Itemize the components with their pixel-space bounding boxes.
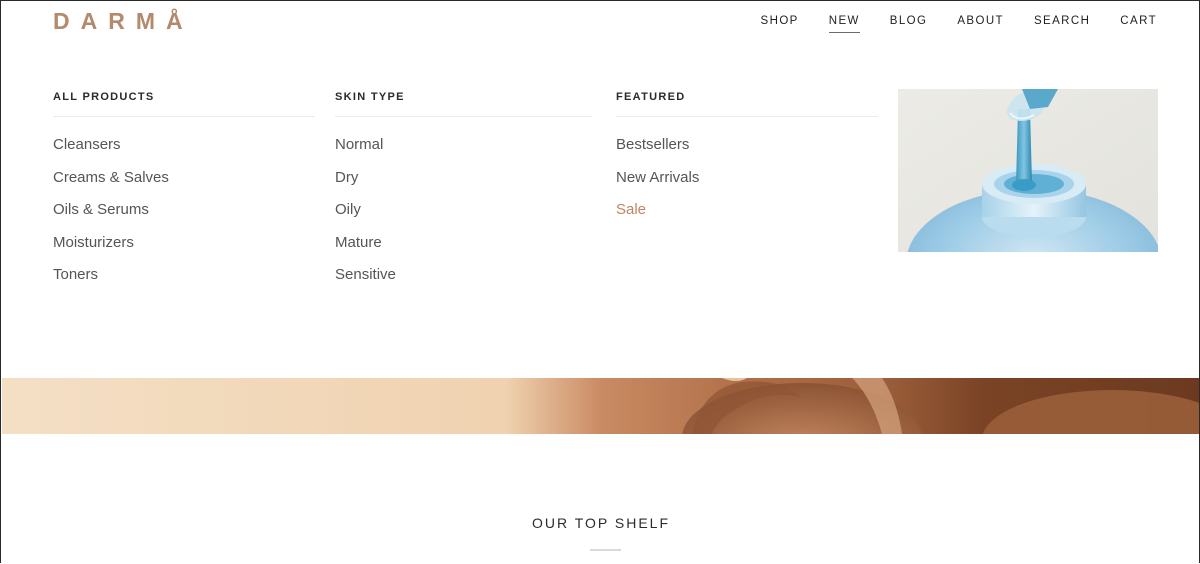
main-nav: SHOP NEW BLOG ABOUT SEARCH CART bbox=[731, 13, 1157, 33]
menu-column-title: SKIN TYPE bbox=[335, 90, 592, 117]
menu-link-creams-salves[interactable]: Creams & Salves bbox=[53, 162, 315, 195]
menu-link-mature[interactable]: Mature bbox=[335, 227, 592, 260]
section-divider bbox=[590, 549, 621, 551]
nav-shop[interactable]: SHOP bbox=[761, 13, 799, 33]
menu-column-title: FEATURED bbox=[616, 90, 878, 117]
menu-link-bestsellers[interactable]: Bestsellers bbox=[616, 129, 878, 162]
menu-link-oils-serums[interactable]: Oils & Serums bbox=[53, 194, 315, 227]
menu-column-all-products: ALL PRODUCTS Cleansers Creams & Salves O… bbox=[53, 90, 315, 292]
nav-about[interactable]: ABOUT bbox=[957, 13, 1004, 33]
page: DARMÅ SHOP NEW BLOG ABOUT SEARCH CART AL… bbox=[0, 0, 1200, 563]
menu-link-sale[interactable]: Sale bbox=[616, 194, 878, 227]
logo[interactable]: DARMÅ bbox=[53, 7, 194, 35]
menu-link-toners[interactable]: Toners bbox=[53, 259, 315, 292]
menu-column-featured: FEATURED Bestsellers New Arrivals Sale bbox=[616, 90, 878, 227]
nav-search[interactable]: SEARCH bbox=[1034, 13, 1090, 33]
menu-link-moisturizers[interactable]: Moisturizers bbox=[53, 227, 315, 260]
menu-link-normal[interactable]: Normal bbox=[335, 129, 592, 162]
menu-link-cleansers[interactable]: Cleansers bbox=[53, 129, 315, 162]
featured-product-image[interactable] bbox=[898, 89, 1158, 252]
menu-column-skin-type: SKIN TYPE Normal Dry Oily Mature Sensiti… bbox=[335, 90, 592, 292]
menu-link-dry[interactable]: Dry bbox=[335, 162, 592, 195]
nav-cart[interactable]: CART bbox=[1120, 13, 1157, 33]
menu-link-sensitive[interactable]: Sensitive bbox=[335, 259, 592, 292]
nav-new[interactable]: NEW bbox=[828, 13, 860, 33]
menu-link-oily[interactable]: Oily bbox=[335, 194, 592, 227]
section-title-top-shelf: OUR TOP SHELF bbox=[531, 515, 671, 531]
hero-banner-image bbox=[2, 378, 1199, 434]
nav-blog[interactable]: BLOG bbox=[890, 13, 928, 33]
menu-link-new-arrivals[interactable]: New Arrivals bbox=[616, 162, 878, 195]
menu-column-title: ALL PRODUCTS bbox=[53, 90, 315, 117]
